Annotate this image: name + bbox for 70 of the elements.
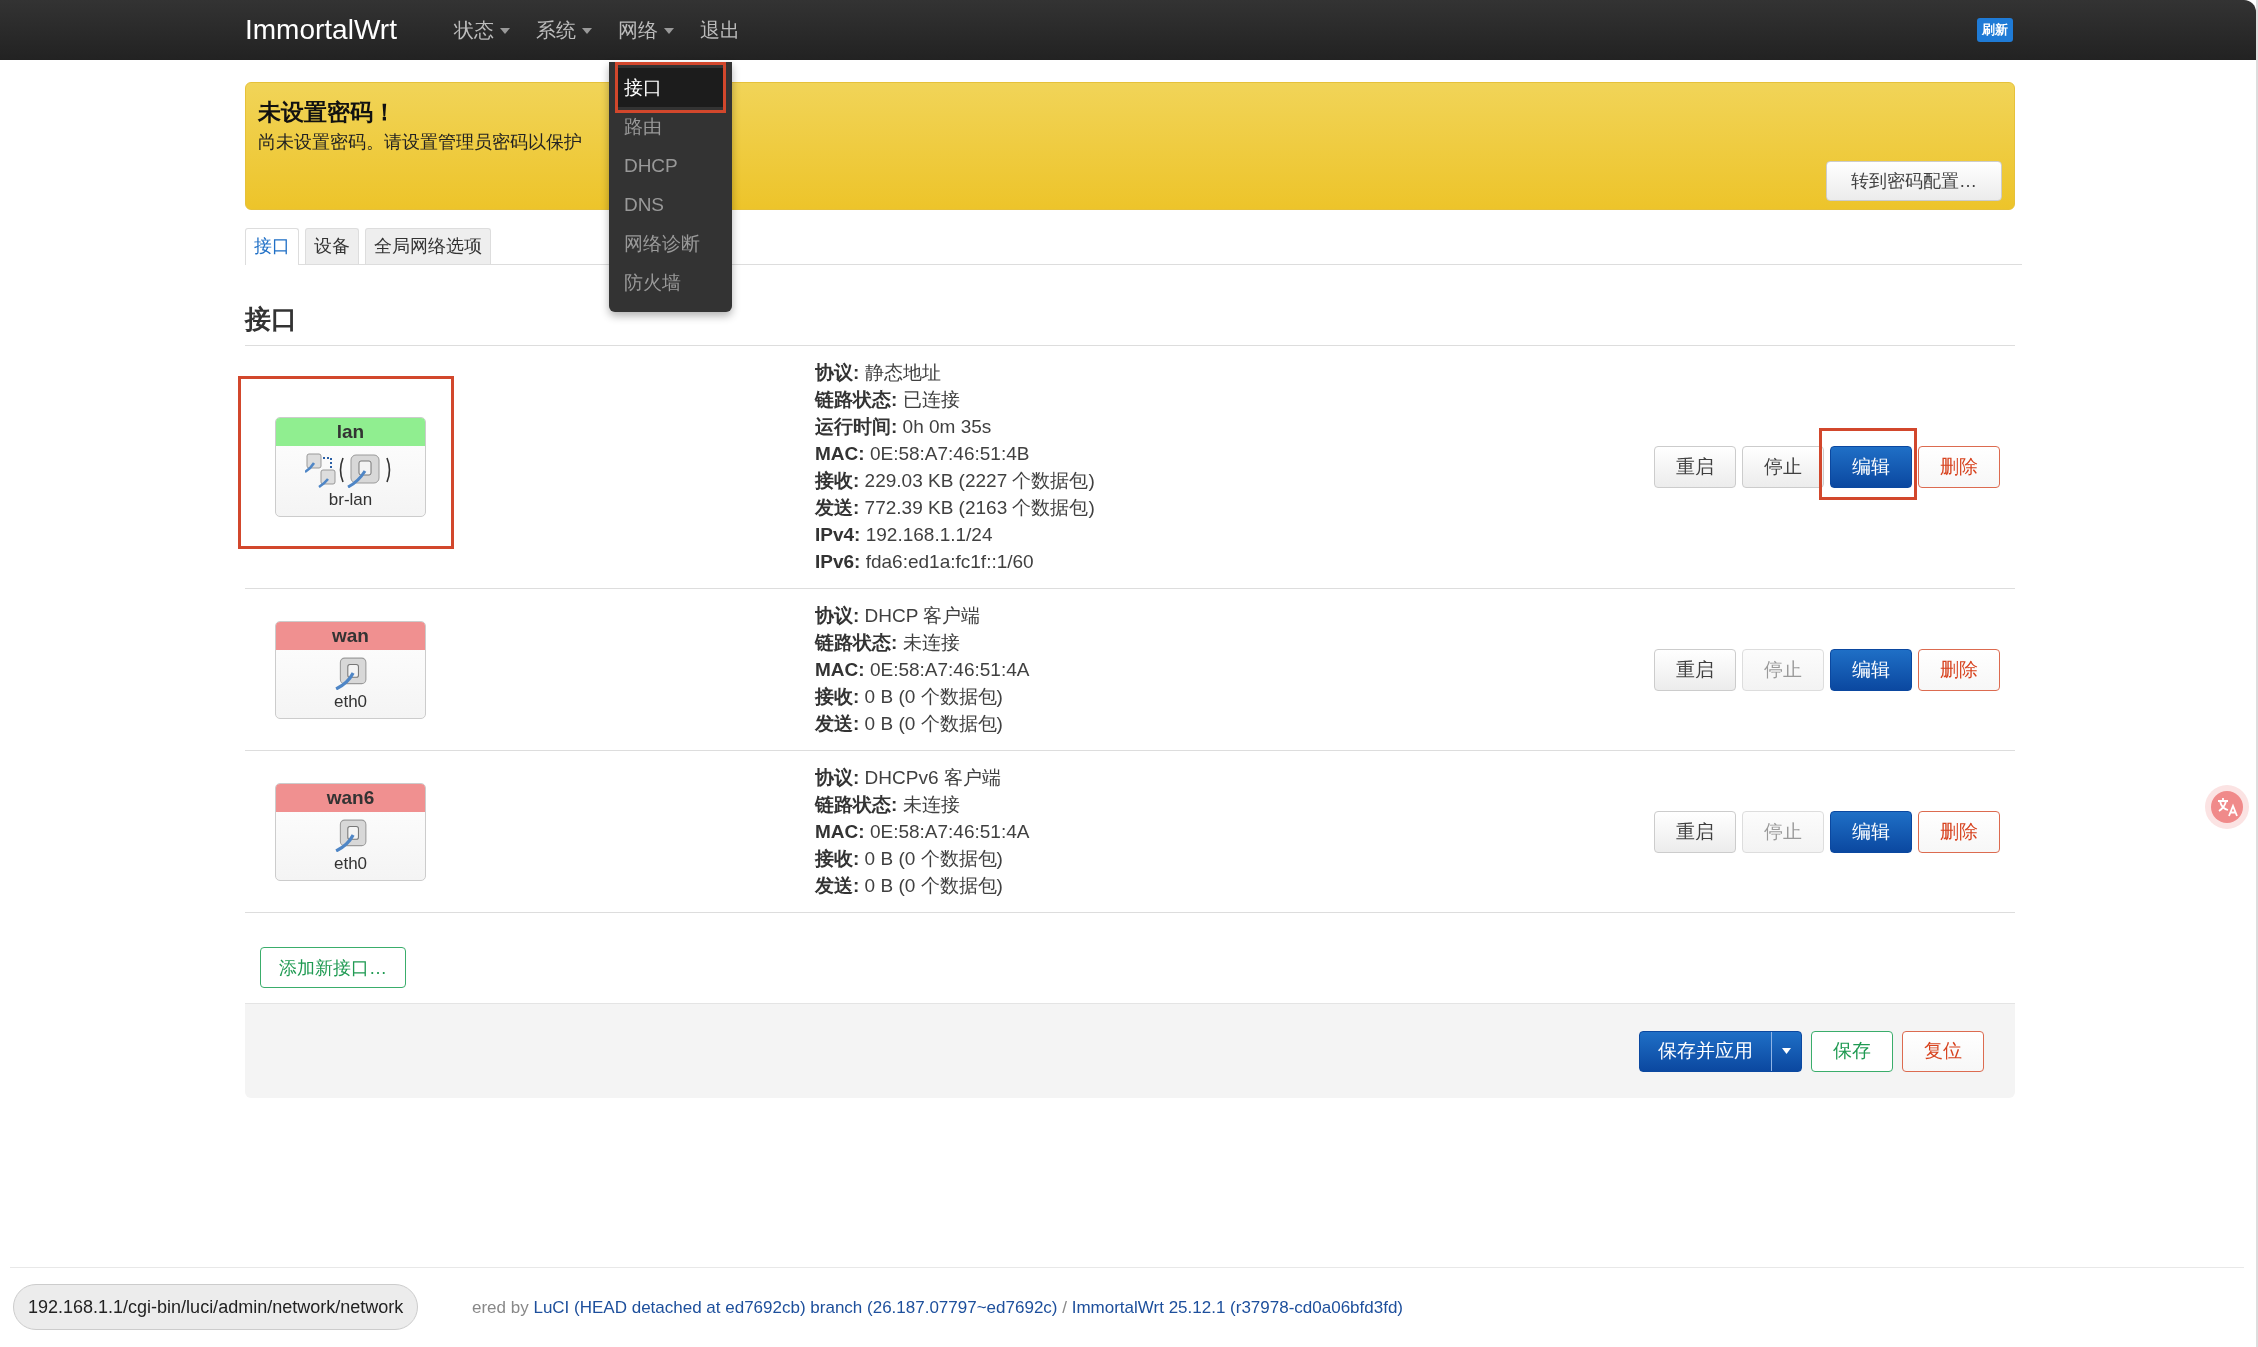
network-port-icon <box>333 817 368 852</box>
tab[interactable]: 接口 <box>245 228 299 265</box>
refresh-badge[interactable]: 刷新 <box>1977 18 2013 42</box>
tab[interactable]: 设备 <box>305 228 359 264</box>
status-line: 协议: 静态地址 <box>815 361 942 385</box>
edit-button[interactable]: 编辑 <box>1830 648 1912 691</box>
save-apply-button[interactable]: 保存并应用 <box>1639 1030 1802 1072</box>
reset-button[interactable]: 复位 <box>1902 1030 1984 1072</box>
status-line: MAC: 0E:58:A7:46:51:4A <box>815 820 1031 844</box>
caret-icon <box>663 28 674 34</box>
status-line: 链路状态: 未连接 <box>815 631 961 655</box>
brand-logo[interactable]: ImmortalWrt <box>245 14 397 46</box>
edit-button[interactable]: 编辑 <box>1830 446 1912 488</box>
status-line: 发送: 0 B (0 个数据包) <box>815 874 1004 898</box>
interface-name: lan <box>276 418 425 446</box>
stop-button[interactable]: 停止 <box>1742 446 1824 488</box>
warning-title: 未设置密码！ <box>258 98 396 127</box>
password-config-button[interactable]: 转到密码配置… <box>1826 161 2002 201</box>
interface-name: wan <box>276 621 425 650</box>
delete-button[interactable]: 删除 <box>1918 446 2000 488</box>
add-interface-button[interactable]: 添加新接口… <box>260 947 406 988</box>
footer-text: ered by LuCI (HEAD detached at ed7692cb) branch (26.187.07797~ed7692c) / ImmortalWrt 25.12.1 (r37978-cd0a06bfd3fd) <box>472 1298 1404 1318</box>
status-line: 发送: 772.39 KB (2163 个数据包) <box>815 496 1096 520</box>
section-title: 接口 <box>245 303 2015 346</box>
status-line: 协议: DHCP 客户端 <box>815 604 982 628</box>
status-line: IPv4: 192.168.1.1/24 <box>815 523 994 547</box>
status-line: 接收: 0 B (0 个数据包) <box>815 685 1004 709</box>
tab[interactable]: 全局网络选项 <box>365 228 491 264</box>
status-line: 协议: DHCPv6 客户端 <box>815 766 1002 790</box>
footer-link[interactable]: LuCI (HEAD detached at ed7692cb) branch (26.187.07797~ed7692c) <box>533 1298 1058 1317</box>
status-line: IPv6: fda6:ed1a:fc1f::1/60 <box>815 550 1035 574</box>
status-line: MAC: 0E:58:A7:46:51:4B <box>815 442 1031 466</box>
caret-icon <box>499 28 510 34</box>
caret-icon <box>1782 1048 1791 1054</box>
interface-badge[interactable]: wan6 eth0 <box>275 782 426 881</box>
nav-menu-item[interactable]: 状态 <box>449 0 514 60</box>
menu-item[interactable]: 路由 <box>614 107 726 146</box>
restart-button[interactable]: 重启 <box>1654 810 1736 853</box>
delete-button[interactable]: 删除 <box>1918 810 2000 853</box>
status-line: 链路状态: 未连接 <box>815 793 961 817</box>
caret-icon <box>581 28 592 34</box>
restart-button[interactable]: 重启 <box>1654 648 1736 691</box>
translate-icon[interactable] <box>2204 784 2250 830</box>
link-status-tooltip: 192.168.1.1/cgi-bin/luci/admin/network/network <box>13 1284 419 1330</box>
save-button[interactable]: 保存 <box>1811 1030 1893 1072</box>
edit-button[interactable]: 编辑 <box>1830 810 1912 853</box>
interface-badge[interactable]: lan br-lan <box>275 417 426 517</box>
status-line: 接收: 0 B (0 个数据包) <box>815 847 1004 871</box>
network-port-icon <box>333 655 368 690</box>
status-line: 运行时间: 0h 0m 35s <box>815 415 993 439</box>
status-line: 链路状态: 已连接 <box>815 388 961 412</box>
restart-button[interactable]: 重启 <box>1654 446 1736 488</box>
device-name: eth0 <box>333 853 368 874</box>
device-name: eth0 <box>333 691 368 712</box>
menu-item[interactable]: 网络诊断 <box>614 224 726 263</box>
delete-button[interactable]: 删除 <box>1918 648 2000 691</box>
nav-menu-item[interactable]: 网络 <box>613 0 678 60</box>
nav-menu-item[interactable]: 退出 <box>695 0 744 60</box>
nav-menu-item[interactable]: 系统 <box>531 0 596 60</box>
interface-badge[interactable]: wan eth0 <box>275 620 426 719</box>
menu-item[interactable]: 防火墙 <box>614 263 726 302</box>
footer-link[interactable]: ImmortalWrt 25.12.1 (r37978-cd0a06bfd3fd) <box>1071 1298 1404 1317</box>
status-line: 接收: 229.03 KB (2227 个数据包) <box>815 469 1096 493</box>
warning-text: 尚未设置密码。请设置管理员密码以保护 <box>258 131 582 154</box>
menu-item[interactable]: DHCP <box>614 146 726 185</box>
device-name: br-lan <box>328 490 373 510</box>
status-line: MAC: 0E:58:A7:46:51:4A <box>815 658 1031 682</box>
menu-item[interactable]: DNS <box>614 185 726 224</box>
interface-name: wan6 <box>276 783 425 812</box>
status-line: 发送: 0 B (0 个数据包) <box>815 712 1004 736</box>
